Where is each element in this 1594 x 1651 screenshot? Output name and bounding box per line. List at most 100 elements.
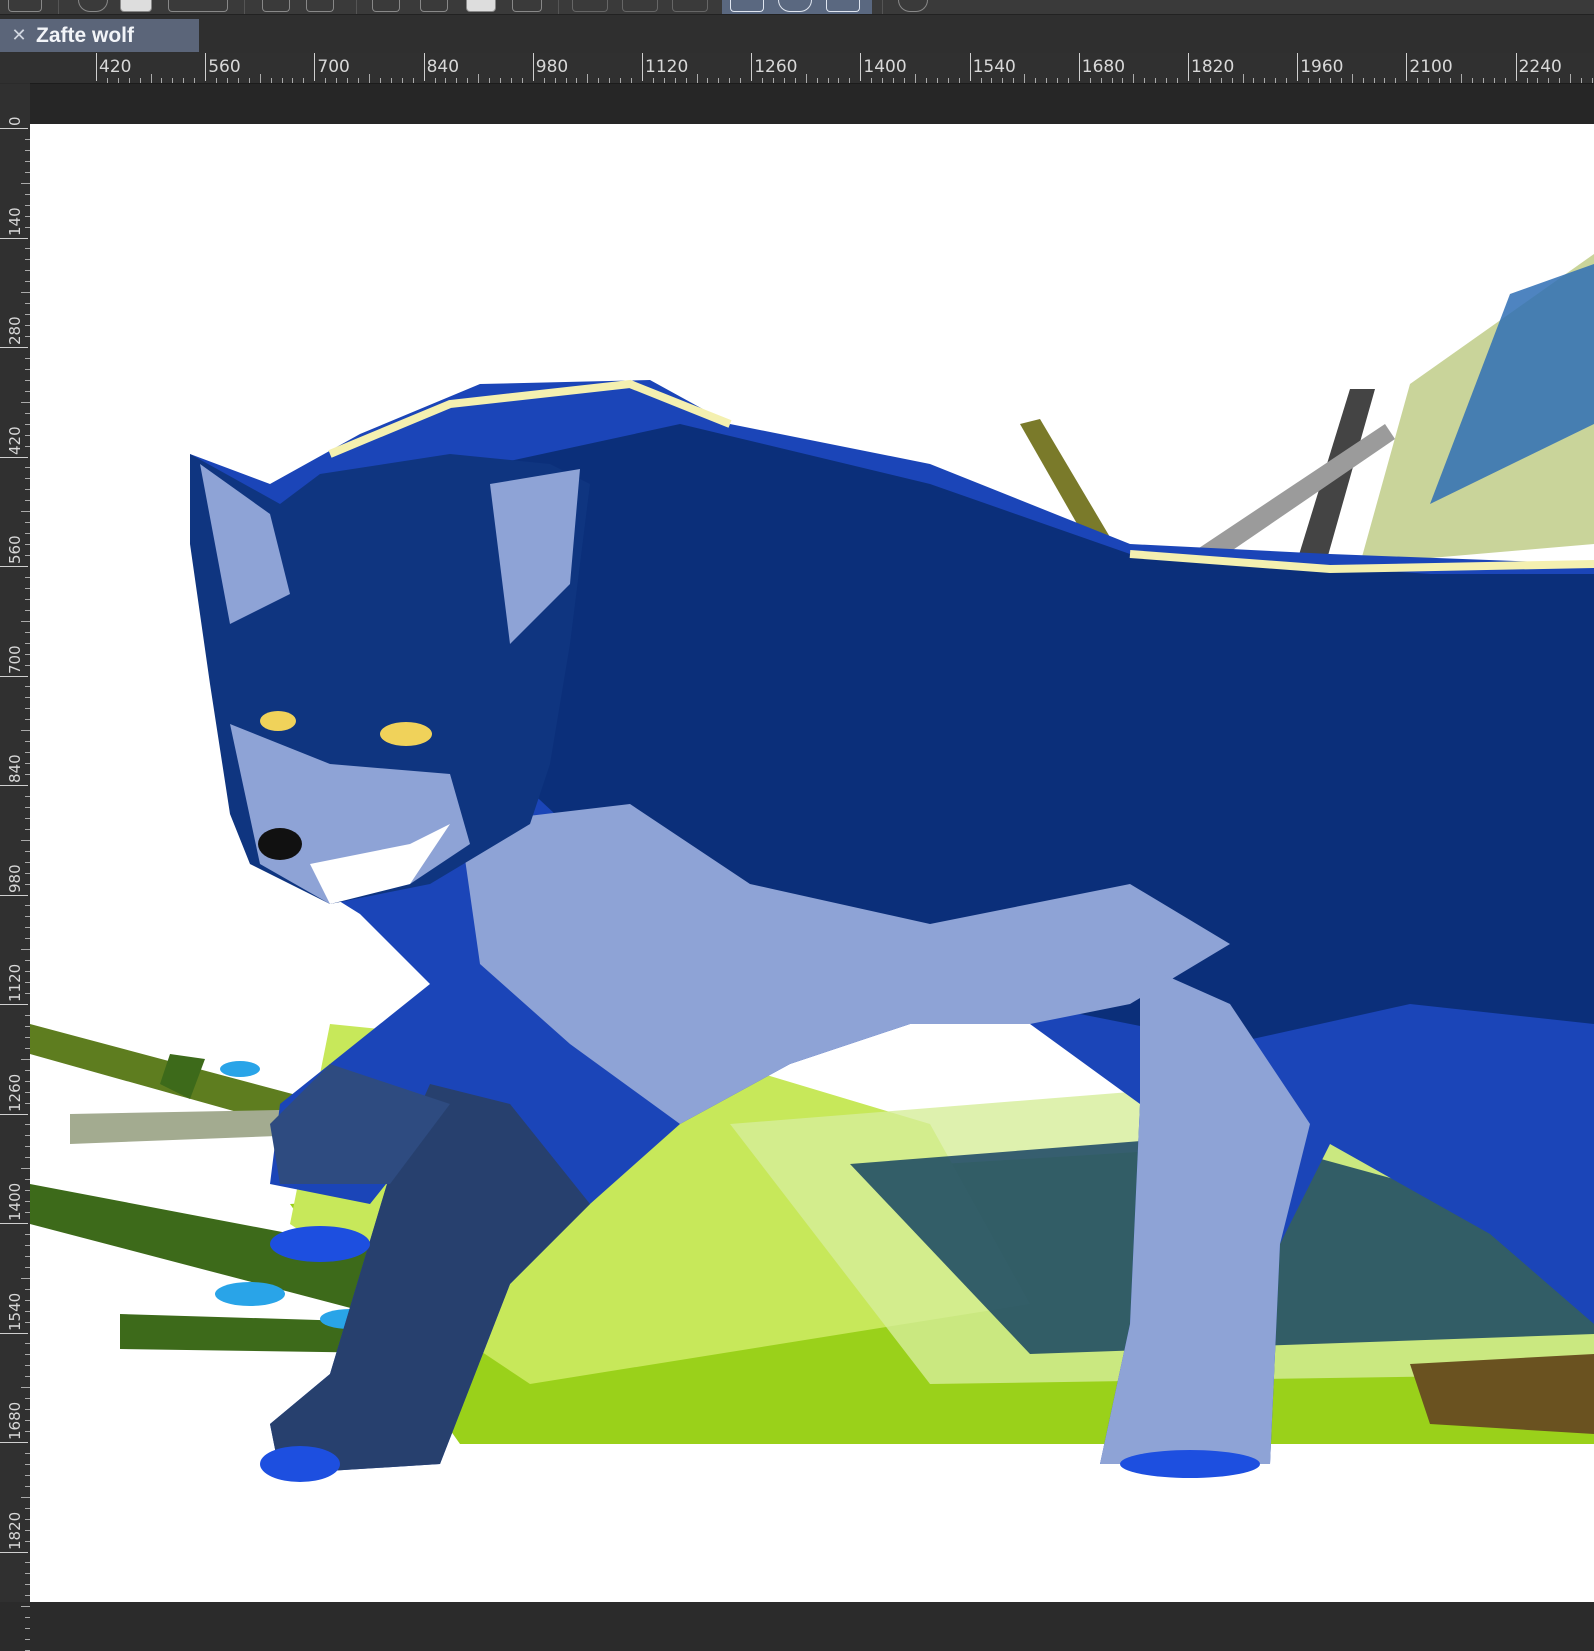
wolf-eye-right [380, 722, 432, 746]
ruler-tick [314, 53, 316, 81]
ruler-minor-tick [1395, 78, 1397, 83]
ruler-minor-tick [1231, 78, 1233, 83]
ruler-minor-tick [936, 78, 938, 83]
drawing-canvas[interactable] [30, 124, 1594, 1602]
sparkle-icon[interactable] [420, 0, 448, 12]
ruler-tick [1515, 53, 1517, 81]
document-tab[interactable]: ✕ Zafte wolf [0, 19, 199, 52]
ruler-minor-tick [467, 78, 469, 83]
ruler-minor-tick [620, 78, 621, 83]
ruler-minor-tick [172, 78, 174, 83]
ruler-minor-tick [237, 78, 239, 83]
ruler-minor-tick [1482, 78, 1484, 83]
ruler-minor-tick [1067, 78, 1069, 83]
ruler-minor-tick [805, 74, 807, 83]
horizontal-ruler[interactable]: 420 560 700 840 980 1120 1260 1400 1540 1680 1820 1… [30, 53, 1594, 84]
layer-icon[interactable] [8, 0, 42, 12]
ruler-minor-tick [248, 78, 250, 83]
undo-icon[interactable] [262, 0, 290, 12]
dropdown-icon[interactable] [168, 0, 228, 12]
ruler-minor-tick [1286, 78, 1288, 83]
close-icon[interactable]: ✕ [8, 25, 30, 46]
redo-icon[interactable] [306, 0, 334, 12]
ruler-minor-tick [445, 78, 447, 83]
ruler-minor-tick [1319, 78, 1320, 83]
ruler-label: 280 [6, 316, 24, 345]
ruler-label: 1680 [1081, 57, 1126, 77]
ruler-minor-tick [1559, 78, 1561, 83]
ruler-minor-tick [106, 78, 108, 83]
ruler-minor-tick [816, 78, 818, 83]
ruler-minor-tick [663, 78, 665, 83]
ruler-minor-tick [1176, 78, 1178, 83]
ruler-minor-tick [1460, 74, 1462, 83]
toolbar-separator [882, 0, 883, 14]
ruler-minor-tick [161, 78, 163, 83]
ruler-minor-tick [1384, 78, 1386, 83]
toolbar-separator [244, 0, 245, 14]
speech-bubble-icon[interactable] [898, 0, 928, 12]
ruler-minor-tick [1537, 78, 1539, 83]
ruler-label: 2100 [1409, 57, 1453, 77]
transform-icon[interactable] [512, 0, 542, 12]
ruler-minor-tick [827, 78, 829, 83]
ruler-minor-tick [21, 839, 30, 841]
ruler-tick [0, 1332, 28, 1334]
ruler-minor-tick [1428, 78, 1430, 83]
ruler-minor-tick [292, 78, 294, 83]
ruler-minor-tick [1493, 78, 1495, 83]
ruler-tick [532, 53, 534, 81]
frame-icon[interactable] [672, 0, 708, 12]
ruler-minor-tick [1264, 78, 1266, 83]
ruler-minor-tick [281, 78, 283, 83]
ruler-minor-tick [1013, 78, 1015, 83]
ruler-minor-tick [128, 78, 130, 83]
ruler-minor-tick [707, 78, 709, 83]
ruler-minor-tick [379, 78, 381, 83]
ruler-minor-tick [1417, 78, 1419, 83]
ruler-tick [96, 53, 97, 81]
ruler-tick [205, 53, 207, 81]
ruler-minor-tick [1089, 78, 1091, 83]
ruler-minor-tick [303, 78, 305, 83]
ruler-minor-tick [1581, 78, 1582, 83]
ruler-minor-tick [1253, 78, 1255, 83]
toolbar-separator [558, 0, 559, 14]
dirt-patch [1410, 1354, 1594, 1434]
ruler-minor-tick [1056, 78, 1058, 83]
ruler-minor-tick [1308, 78, 1310, 83]
ruler-label: 1400 [863, 57, 907, 77]
ruler-tick [0, 237, 28, 239]
ruler-label: 560 [6, 535, 24, 564]
ruler-minor-tick [609, 78, 611, 83]
ruler-minor-tick [21, 1387, 30, 1389]
ruler-minor-tick [21, 1496, 30, 1498]
vertical-ruler[interactable]: 0 140 280 420 560 700 840 980 1120 1260 1400 1540 16… [0, 84, 31, 1651]
ruler-label: 0 [6, 116, 24, 126]
ruler-label: 1540 [972, 57, 1016, 77]
ruler-tick [969, 53, 971, 81]
ruler-minor-tick [139, 78, 141, 83]
ruler-minor-tick [1504, 78, 1506, 83]
ruler-tick [423, 53, 425, 81]
fill-icon[interactable] [120, 0, 152, 12]
ruler-minor-tick [21, 1058, 30, 1060]
ruler-label: 1820 [1191, 57, 1235, 77]
stick-shape [1190, 424, 1395, 569]
wolf-claws [1120, 1450, 1260, 1478]
rect-select-icon[interactable] [730, 0, 764, 12]
ruler-minor-tick [1329, 78, 1331, 83]
burst-icon[interactable] [372, 0, 400, 12]
ruler-minor-tick [347, 78, 349, 83]
wolf-nose [258, 828, 302, 860]
document-tab-bar: ✕ Zafte wolf [0, 15, 1594, 53]
ruler-tool-icon[interactable] [622, 0, 658, 12]
crop-icon[interactable] [826, 0, 860, 12]
ruler-minor-tick [1122, 78, 1124, 83]
grid-icon[interactable] [572, 0, 608, 12]
ruler-minor-tick [598, 78, 600, 83]
pen-tool-icon[interactable] [466, 0, 496, 12]
add-layer-icon[interactable] [78, 0, 108, 12]
wolf-claws [260, 1446, 340, 1482]
ruler-minor-tick [456, 78, 458, 83]
